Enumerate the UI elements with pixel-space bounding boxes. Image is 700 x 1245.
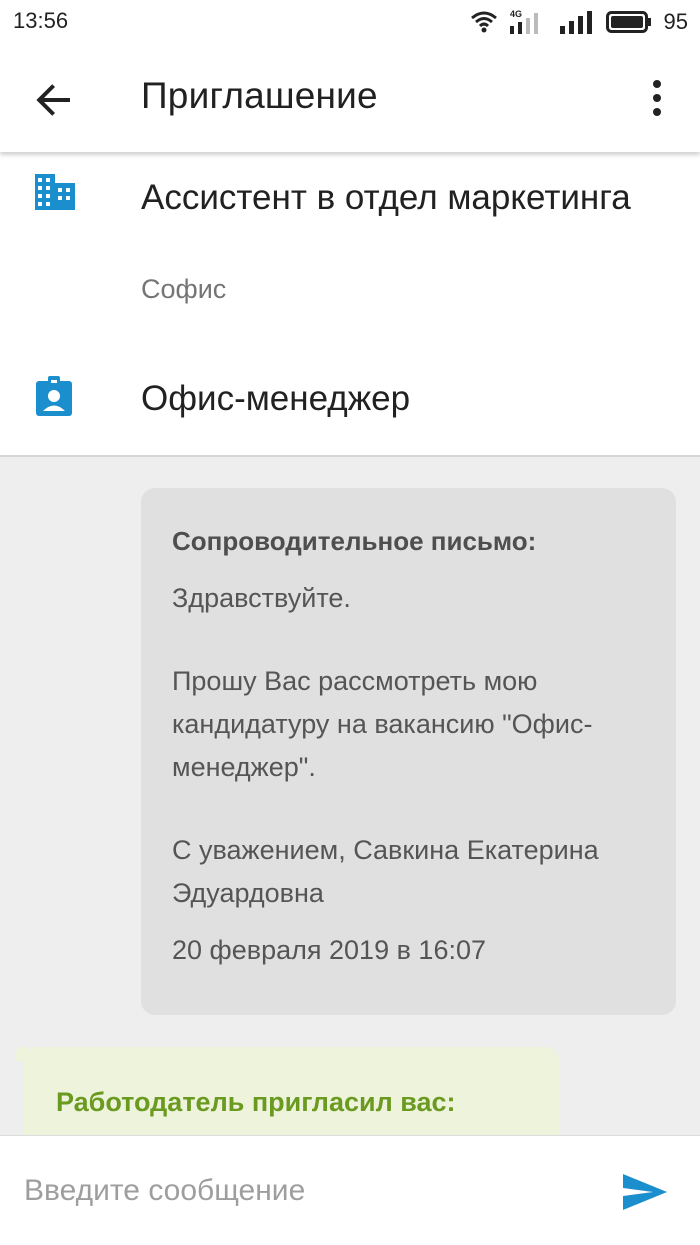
outgoing-message-bubble: Сопроводительное письмо: Здравствуйте. П…	[141, 488, 676, 1015]
more-vert-icon	[653, 80, 661, 116]
more-options-button[interactable]	[640, 74, 674, 122]
wifi-icon	[470, 11, 497, 33]
signal-4g-icon: 4G	[509, 9, 538, 34]
incoming-message-bubble: Работодатель пригласил вас:	[23, 1047, 559, 1135]
send-icon	[623, 1174, 667, 1210]
status-icons: 4G 95	[470, 7, 688, 37]
invitation-heading: Работодатель пригласил вас:	[56, 1087, 456, 1117]
vacancy-title[interactable]: Ассистент в отдел маркетинга	[141, 176, 641, 220]
vacancy-header: Ассистент в отдел маркетинга Софис Офис-…	[0, 152, 700, 457]
arrow-back-icon	[36, 84, 70, 116]
status-bar: 13:56 4G 95	[0, 0, 700, 44]
battery-icon	[605, 11, 651, 33]
chat-area[interactable]: Сопроводительное письмо: Здравствуйте. П…	[0, 457, 700, 1135]
page-title: Приглашение	[141, 75, 378, 116]
back-button[interactable]	[30, 76, 78, 124]
resume-title[interactable]: Офис-менеджер	[141, 379, 410, 419]
network-type-label: 4G	[510, 9, 522, 19]
message-signature: С уважением, Савкина Екатерина Эдуардовн…	[172, 835, 599, 908]
message-greeting: Здравствуйте.	[172, 583, 351, 613]
message-input[interactable]	[24, 1166, 584, 1216]
message-body: Прошу Вас рассмотреть мою кандидатуру на…	[172, 666, 593, 782]
message-timestamp: 20 февраля 2019 в 16:07	[172, 935, 486, 965]
badge-icon	[36, 376, 72, 416]
building-icon	[35, 174, 75, 210]
cover-letter-heading: Сопроводительное письмо:	[172, 526, 537, 556]
send-button[interactable]	[620, 1170, 670, 1214]
battery-level: 95	[663, 9, 688, 34]
company-name[interactable]: Софис	[141, 274, 226, 305]
message-input-bar	[0, 1135, 700, 1245]
status-time: 13:56	[13, 8, 69, 33]
signal-icon	[559, 11, 592, 34]
app-bar: Приглашение	[0, 44, 700, 152]
